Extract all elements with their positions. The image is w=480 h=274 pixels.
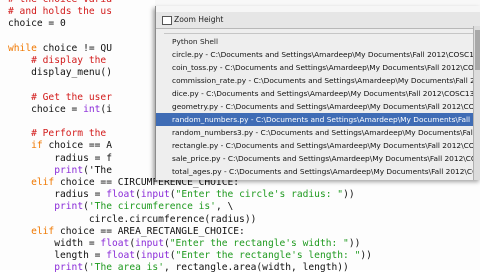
code-line: choice = 0	[8, 18, 66, 30]
code-line: circle.circumference(radius))	[8, 213, 257, 225]
checkbox-icon	[162, 16, 172, 25]
code-line: radius = f	[8, 152, 112, 164]
recent-file-label: total_ages.py - C:\Documents and Setting…	[172, 167, 480, 176]
code-line: radius = float(input("Enter the circle's…	[8, 189, 355, 201]
code-line: width = float(input("Enter the rectangle…	[8, 238, 361, 249]
scroll-thumb[interactable]	[475, 30, 480, 70]
code-line: display_menu()	[8, 67, 112, 79]
menu-item-zoom-height[interactable]: Zoom Height	[156, 12, 480, 29]
recent-file-label: sale_price.py - C:\Documents and Setting…	[172, 154, 480, 163]
menu-item-recent-file[interactable]: random_numbers3.py - C:\Documents and Se…	[156, 126, 480, 139]
code-line: # the choice varia	[8, 0, 112, 6]
zoom-height-label: Zoom Height	[174, 15, 224, 24]
code-line: print('The area is', rectangle.area(widt…	[54, 262, 349, 274]
recent-file-label: commission_rate.py - C:\Documents and Se…	[172, 76, 480, 85]
recent-file-label: random_numbers.py - C:\Documents and Set…	[172, 115, 480, 124]
menu-item-recent-file[interactable]: circle.py - C:\Documents and Settings\Am…	[156, 48, 480, 61]
recent-file-label: circle.py - C:\Documents and Settings\Am…	[172, 50, 480, 59]
menu-separator	[164, 33, 480, 34]
menu-item-python-shell[interactable]: Python Shell	[156, 35, 480, 48]
code-line: while choice != QU	[8, 42, 112, 54]
menu-item-recent-file[interactable]: geometry.py - C:\Documents and Settings\…	[156, 100, 480, 113]
code-line: # and holds the us	[8, 6, 112, 18]
code-line: # Perform the	[8, 128, 112, 140]
recent-file-label: rectangle.py - C:\Documents and Settings…	[172, 141, 480, 150]
menu-scrollbar[interactable]	[473, 26, 480, 180]
code-line: # display the	[8, 55, 112, 66]
recent-file-label: dice.py - C:\Documents and Settings\Amar…	[172, 89, 480, 98]
window-menu[interactable]: Zoom Height Python Shell circle.py - C:\…	[155, 6, 480, 180]
menu-item-recent-file[interactable]: dice.py - C:\Documents and Settings\Amar…	[156, 87, 480, 100]
menu-item-recent-file[interactable]: random_numbers.py - C:\Documents and Set…	[156, 113, 480, 126]
code-line: if choice == A	[31, 140, 112, 152]
code-line: choice = int(i	[8, 103, 112, 115]
recent-file-label: geometry.py - C:\Documents and Settings\…	[172, 102, 480, 111]
menu-item-recent-file[interactable]: coin_toss.py - C:\Documents and Settings…	[156, 61, 480, 74]
menu-item-recent-file[interactable]: total_ages.py - C:\Documents and Setting…	[156, 165, 480, 178]
menu-item-recent-file[interactable]: commission_rate.py - C:\Documents and Se…	[156, 74, 480, 87]
code-line: print('The	[54, 164, 118, 176]
code-line: length = float(input("Enter the rectangl…	[8, 250, 372, 262]
code-line: elif choice == AREA_RECTANGLE_CHOICE:	[31, 225, 245, 237]
code-line: # Get the user	[8, 91, 112, 103]
recent-file-label: random_numbers3.py - C:\Documents and Se…	[172, 128, 480, 137]
menu-item-recent-file[interactable]: sale_price.py - C:\Documents and Setting…	[156, 152, 480, 165]
python-shell-label: Python Shell	[172, 37, 218, 46]
menu-item-recent-file[interactable]: rectangle.py - C:\Documents and Settings…	[156, 139, 480, 152]
code-line: print('The circumference is', \	[54, 201, 234, 213]
recent-file-label: coin_toss.py - C:\Documents and Settings…	[172, 63, 480, 72]
